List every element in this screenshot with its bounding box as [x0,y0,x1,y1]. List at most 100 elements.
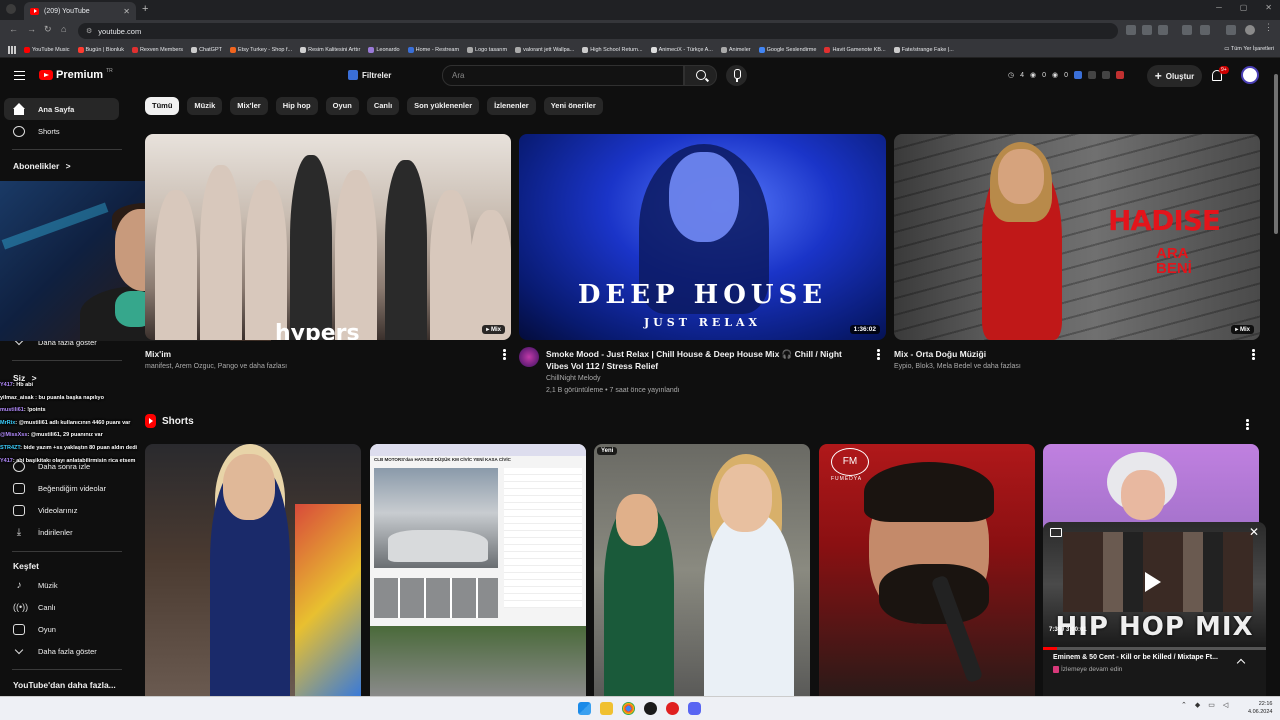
sidepanel-icon[interactable] [1226,25,1236,35]
extensions-puzzle-icon[interactable] [1200,25,1210,35]
bookmark[interactable]: Leonardo [368,46,400,53]
bookmark[interactable]: Etsy Turkey - Shop f... [230,46,292,53]
bookmark-star-icon[interactable] [1158,25,1168,35]
channel-avatar[interactable] [519,347,539,367]
cast-icon[interactable] [1142,25,1152,35]
sidebar-item-downloads[interactable]: ⤓ İndirilenler [4,521,119,543]
sidebar-show-more-explore[interactable]: Daha fazla göster [4,640,119,662]
file-explorer-icon[interactable] [600,702,613,715]
miniplayer-progress-bar[interactable] [1043,647,1266,650]
sidebar-item-music[interactable]: ♪ Müzik [4,574,119,596]
new-tab-button[interactable]: + [142,3,148,15]
chip-watched[interactable]: İzlenenler [487,97,536,115]
subscriptions-heading[interactable]: Abonelikler > [13,161,71,171]
sidebar-item-shorts[interactable]: Shorts [4,120,119,142]
trophy-icon[interactable] [1102,71,1111,79]
channel-name[interactable]: ChillNight Melody [546,373,866,384]
youtube-premium-logo[interactable]: Premium TR [39,68,113,81]
close-window-icon[interactable]: ✕ [1265,3,1272,12]
chip-live[interactable]: Canlı [366,97,400,115]
all-bookmarks-folder[interactable]: ▭ Tüm Yer İşaretleri [1224,46,1274,52]
taskbar-clock[interactable]: 22:16 4.06.2024 [1248,700,1272,716]
close-icon[interactable]: ✕ [1249,525,1259,539]
bookmark[interactable]: YouTube Music [24,46,70,53]
obs-icon[interactable] [644,702,657,715]
extension-icon[interactable] [1182,25,1192,35]
more-options-icon[interactable] [1252,349,1255,360]
bookmark[interactable]: valorant jett Wallpa... [515,46,574,53]
chevron-up-icon[interactable] [1236,658,1246,668]
forward-icon[interactable]: → [27,24,36,34]
site-info-icon[interactable]: ⚙ [86,27,92,35]
miniplayer[interactable]: HIP HOP MIX 7:36 / 3:00:01 ✕ Eminem & 50… [1043,522,1266,696]
video-title[interactable]: Mix'im [145,348,485,360]
search-button[interactable] [684,65,717,86]
video-thumbnail[interactable]: hypers ▸ Mix [145,134,511,340]
video-thumbnail[interactable]: DEEP HOUSE JUST RELAX 1:36:02 [519,134,886,340]
voice-search-button[interactable] [726,65,747,86]
expand-icon[interactable] [1050,528,1062,537]
sidebar-item-live[interactable]: ((•)) Canlı [4,596,119,618]
discord-icon[interactable] [688,702,701,715]
short-thumbnail[interactable] [145,444,361,696]
bookmark[interactable]: Animeler [720,46,751,53]
extension-icon[interactable] [1074,71,1083,79]
sidebar-item-home[interactable]: Ana Sayfa [4,98,119,120]
filters-button[interactable]: Filtreler [348,66,391,84]
alert-icon[interactable] [1116,71,1125,79]
chip-all[interactable]: Tümü [145,97,180,115]
sidebar-item-liked[interactable]: Beğendiğim videolar [4,477,119,499]
more-options-icon[interactable] [877,349,880,360]
back-icon[interactable]: ← [9,24,18,34]
search-input[interactable]: Ara [442,65,684,86]
video-thumbnail[interactable]: HADISE ARA BENİ ▸ Mix [894,134,1260,340]
browser-tab[interactable]: (209) YouTube ✕ [24,2,136,20]
windows-start-icon[interactable] [578,702,591,715]
chip-gaming[interactable]: Oyun [325,97,359,115]
hamburger-menu-icon[interactable] [14,71,25,80]
miniplayer-video[interactable]: HIP HOP MIX 7:36 / 3:00:01 ✕ [1043,522,1266,647]
maximize-icon[interactable]: ▢ [1240,3,1248,12]
menu-dots-icon[interactable]: ⋮ [1264,22,1274,32]
address-bar[interactable]: ⚙ youtube.com [78,23,1118,39]
page-scrollbar[interactable] [1272,58,1280,696]
app-icon[interactable] [666,702,679,715]
sidebar-item-your-videos[interactable]: Videolarınız [4,499,119,521]
miniplayer-title[interactable]: Eminem & 50 Cent - Kill or be Killed / M… [1053,654,1218,661]
chip-hiphop[interactable]: Hip hop [275,97,318,115]
account-avatar[interactable] [1241,66,1259,84]
bookmark[interactable]: Havit Gamenote KB... [824,46,886,53]
bookmark[interactable]: ChatGPT [191,46,222,53]
home-icon[interactable]: ⌂ [61,24,66,34]
short-thumbnail[interactable]: FM FUMEDYA [819,444,1035,696]
bookmark[interactable]: Resim Kalitesini Arttır [300,46,360,53]
chip-new[interactable]: Yeni öneriler [543,97,603,115]
video-title[interactable]: Mix - Orta Doğu Müziği [894,348,1234,360]
network-icon[interactable]: ▭ [1208,701,1215,709]
short-thumbnail[interactable]: CLB MOTORS'dan HATASIZ DÜŞÜK KM CİVİC YE… [370,444,586,696]
bookmark[interactable]: Google Seslendirme [758,46,816,53]
tab-close-icon[interactable]: ✕ [123,7,130,16]
sidebar-item-gaming[interactable]: Oyun [4,618,119,640]
play-icon[interactable] [1145,572,1161,592]
tray-app-icon[interactable]: ◆ [1195,701,1200,709]
chip-mixes[interactable]: Mix'ler [230,97,268,115]
tab-search-icon[interactable] [6,4,16,14]
chip-music[interactable]: Müzik [187,97,223,115]
bookmark[interactable]: Logo tasarım [467,46,507,53]
apps-grid-icon[interactable] [8,45,16,54]
bookmark[interactable]: Rexven Members [131,46,183,53]
tray-chevron-icon[interactable]: ⌃ [1181,701,1187,709]
zoom-icon[interactable] [1126,25,1136,35]
bookmark[interactable]: Home - Restream [407,46,459,53]
bookmark[interactable]: AnimeciX - Türkçe A... [650,46,713,53]
reload-icon[interactable]: ↻ [44,24,52,35]
chrome-icon[interactable] [622,702,635,715]
translate-icon[interactable] [1088,71,1097,79]
bookmark[interactable]: Fate/strange Fake |... [893,46,954,53]
bookmark[interactable]: Bugün | Bionluk [77,46,124,53]
bookmark[interactable]: High School Return... [582,46,643,53]
more-options-icon[interactable] [1246,419,1249,430]
more-options-icon[interactable] [503,349,506,360]
profile-avatar[interactable] [1245,25,1255,35]
